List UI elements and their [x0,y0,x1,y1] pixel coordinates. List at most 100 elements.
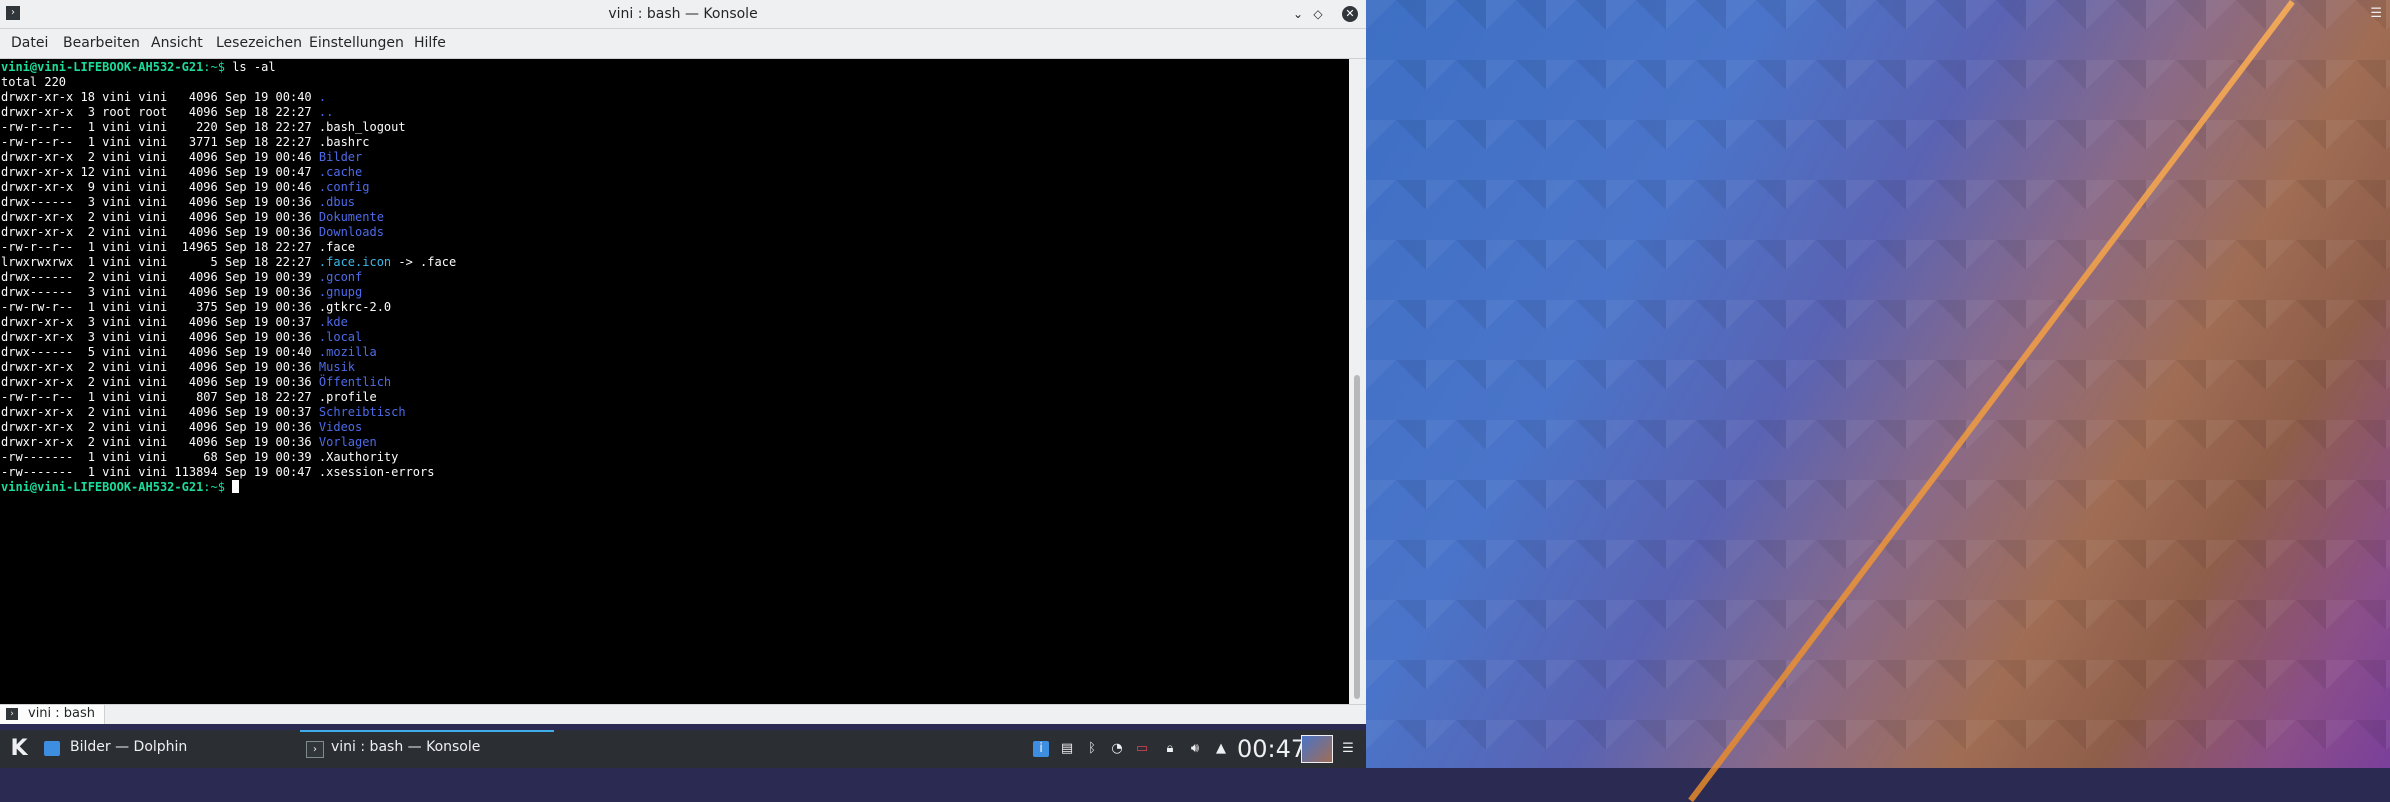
clock[interactable]: 00:47 [1237,735,1306,763]
entry-name: Vorlagen [318,435,377,449]
listing-row: drwxr-xr-x 12 vini vini 4096 Sep 19 00:4… [1,165,1347,180]
entry-name: .dbus [318,195,356,209]
listing: drwxr-xr-x 18 vini vini 4096 Sep 19 00:4… [1,90,1347,480]
entry-name: .gnupg [318,285,363,299]
scrollbar-handle[interactable] [1354,375,1360,699]
terminal-icon: › [306,741,324,758]
clipboard-icon[interactable]: ▤ [1059,741,1075,757]
entry-name: .kde [318,315,348,329]
terminal-icon: › [6,708,18,720]
entry-meta: drwxr-xr-x 2 vini vini 4096 Sep 19 00:36 [1,375,319,389]
menu-einstellungen[interactable]: Einstellungen [309,35,404,51]
entry-name: .local [318,330,363,344]
current-prompt-line: vini@vini-LIFEBOOK-AH532-G21:~$ [1,480,1347,495]
desktop-toolbox-icon[interactable]: ☰ [2370,6,2382,21]
tray-expand-icon[interactable]: ▲ [1213,741,1229,757]
entry-name: .. [318,105,334,119]
listing-row: drwxr-xr-x 2 vini vini 4096 Sep 19 00:36… [1,225,1347,240]
entry-meta: drwxr-xr-x 2 vini vini 4096 Sep 19 00:37 [1,405,319,419]
entry-name: Dokumente [318,210,384,224]
prompt-user: vini@vini-LIFEBOOK-AH532-G21 [1,480,204,494]
prompt-path: :~$ [203,480,225,494]
listing-row: -rw------- 1 vini vini 68 Sep 19 00:39 .… [1,450,1347,465]
listing-row: -rw-r--r-- 1 vini vini 3771 Sep 18 22:27… [1,135,1347,150]
entry-meta: drwxr-xr-x 3 vini vini 4096 Sep 19 00:36 [1,330,319,344]
info-icon[interactable]: i [1033,741,1049,757]
entry-name: . [318,90,327,104]
menu-lesezeichen[interactable]: Lesezeichen [216,35,302,51]
volume-icon[interactable]: 🔊︎ [1187,741,1203,757]
link-target: -> .face [391,255,457,269]
listing-row: drwxr-xr-x 2 vini vini 4096 Sep 19 00:37… [1,405,1347,420]
entry-meta: -rw-r--r-- 1 vini vini 3771 Sep 18 22:27 [1,135,319,149]
bluetooth-icon[interactable]: ᛒ [1084,741,1100,757]
terminal-scrollbar[interactable] [1349,59,1366,704]
entry-name: Bilder [318,150,363,164]
command-line: vini@vini-LIFEBOOK-AH532-G21:~$ ls -al [1,60,1347,75]
listing-row: drwxr-xr-x 2 vini vini 4096 Sep 19 00:46… [1,150,1347,165]
entry-meta: drwxr-xr-x 2 vini vini 4096 Sep 19 00:36 [1,420,319,434]
entry-name: .profile [318,390,377,404]
listing-row: drwxr-xr-x 18 vini vini 4096 Sep 19 00:4… [1,90,1347,105]
text-cursor [232,480,240,493]
entry-meta: drwxr-xr-x 12 vini vini 4096 Sep 19 00:4… [1,165,319,179]
listing-row: drwxr-xr-x 9 vini vini 4096 Sep 19 00:46… [1,180,1347,195]
entry-meta: drwxr-xr-x 2 vini vini 4096 Sep 19 00:36 [1,360,319,374]
tab-vini-bash[interactable]: › vini : bash [0,705,105,724]
entry-name: Videos [318,420,363,434]
entry-name: Musik [318,360,356,374]
listing-row: -rw-r--r-- 1 vini vini 14965 Sep 18 22:2… [1,240,1347,255]
prompt-path: :~$ [203,60,225,74]
entry-meta: drwx------ 3 vini vini 4096 Sep 19 00:36 [1,285,319,299]
minimize-icon[interactable]: ⌄ [1290,6,1306,22]
menu-ansicht[interactable]: Ansicht [151,35,203,51]
entry-name: .gconf [318,270,363,284]
entry-name: .bashrc [318,135,370,149]
entry-name: Öffentlich [318,375,392,389]
task-label: vini : bash — Konsole [331,739,481,755]
listing-row: drwxr-xr-x 3 vini vini 4096 Sep 19 00:37… [1,315,1347,330]
listing-row: drwxr-xr-x 3 vini vini 4096 Sep 19 00:36… [1,330,1347,345]
entry-name: .bash_logout [318,120,406,134]
command-text: ls -al [224,60,276,74]
total-line: total 220 [1,75,67,89]
entry-meta: -rw------- 1 vini vini 68 Sep 19 00:39 [1,450,319,464]
entry-name: .mozilla [318,345,377,359]
listing-row: -rw-rw-r-- 1 vini vini 375 Sep 19 00:36 … [1,300,1347,315]
application-launcher-icon[interactable]: K [6,736,32,762]
entry-meta: -rw-r--r-- 1 vini vini 14965 Sep 18 22:2… [1,240,319,254]
desktop-wallpaper [1366,0,2390,768]
entry-meta: drwxr-xr-x 2 vini vini 4096 Sep 19 00:36 [1,435,319,449]
menu-datei[interactable]: Datei [11,35,48,51]
network-icon[interactable]: ◔ [1109,741,1125,757]
task-dolphin[interactable]: Bilder — Dolphin [44,730,294,768]
listing-row: drwx------ 2 vini vini 4096 Sep 19 00:39… [1,270,1347,285]
menu-bearbeiten[interactable]: Bearbeiten [63,35,140,51]
terminal-output[interactable]: vini@vini-LIFEBOOK-AH532-G21:~$ ls -al t… [0,59,1348,704]
entry-name: .Xauthority [318,450,399,464]
taskbar: K Bilder — Dolphin › vini : bash — Konso… [0,730,1366,768]
battery-icon[interactable]: ▭ [1134,741,1150,757]
panel-menu-icon[interactable]: ☰ [1340,741,1356,757]
show-desktop-button[interactable] [1301,735,1333,763]
entry-name: .face [318,240,356,254]
task-konsole[interactable]: › vini : bash — Konsole [300,730,554,768]
listing-row: -rw-r--r-- 1 vini vini 807 Sep 18 22:27 … [1,390,1347,405]
listing-row: drwxr-xr-x 2 vini vini 4096 Sep 19 00:36… [1,435,1347,450]
entry-meta: drwx------ 5 vini vini 4096 Sep 19 00:40 [1,345,319,359]
close-icon[interactable]: ✕ [1342,6,1358,22]
lock-icon[interactable]: 🔒︎ [1162,741,1178,757]
entry-meta: -rw-r--r-- 1 vini vini 220 Sep 18 22:27 [1,120,319,134]
entry-name: Downloads [318,225,384,239]
listing-row: drwx------ 3 vini vini 4096 Sep 19 00:36… [1,285,1347,300]
menu-hilfe[interactable]: Hilfe [414,35,446,51]
listing-row: drwx------ 3 vini vini 4096 Sep 19 00:36… [1,195,1347,210]
entry-meta: drwx------ 2 vini vini 4096 Sep 19 00:39 [1,270,319,284]
entry-meta: -rw-rw-r-- 1 vini vini 375 Sep 19 00:36 [1,300,319,314]
entry-meta: -rw------- 1 vini vini 113894 Sep 19 00:… [1,465,319,479]
keep-above-icon[interactable]: ◇ [1310,6,1326,22]
entry-meta: -rw-r--r-- 1 vini vini 807 Sep 18 22:27 [1,390,319,404]
folder-icon [44,741,60,756]
title-bar[interactable]: › vini : bash — Konsole ⌄ ◇ ✕ [0,0,1366,29]
entry-name: .face.icon [318,255,392,269]
